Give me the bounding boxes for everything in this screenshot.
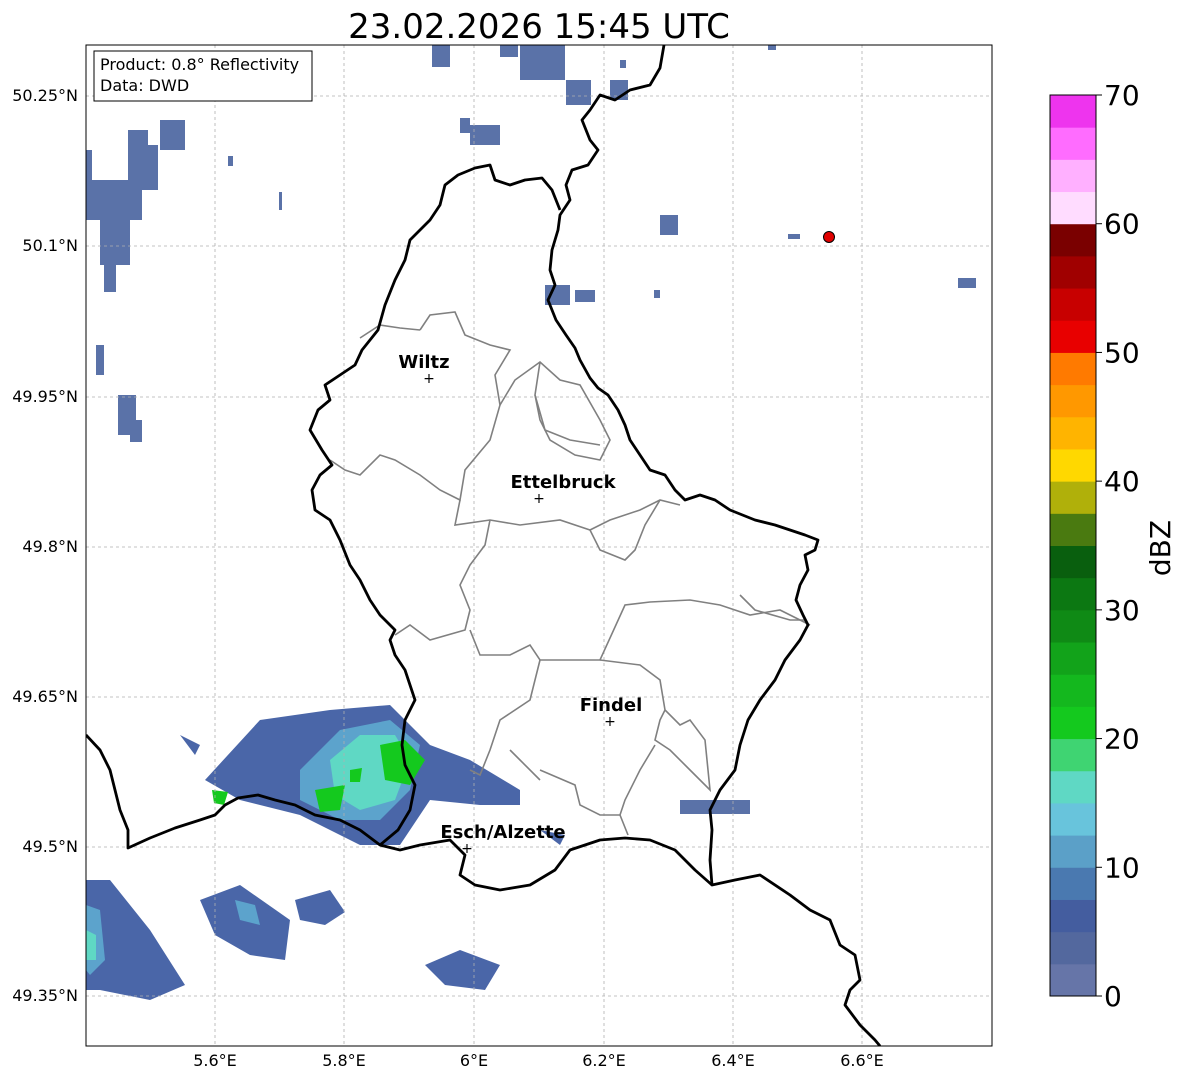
longitude-labels: 5.6°E 5.8°E 6°E 6.2°E 6.4°E 6.6°E: [193, 1051, 884, 1070]
colorbar-segment: [1050, 384, 1096, 418]
lon-label: 6°E: [460, 1051, 488, 1070]
colorbar-segment: [1050, 191, 1096, 225]
colorbar-segments: [1050, 95, 1096, 997]
info-box: Product: 0.8° Reflectivity Data: DWD: [93, 50, 313, 102]
city-marker: +: [461, 841, 473, 857]
lon-label: 5.6°E: [193, 1051, 237, 1070]
colorbar-segment: [1050, 95, 1096, 128]
city-label: Ettelbruck: [510, 472, 616, 493]
colorbar-tick-label: 10: [1104, 851, 1140, 884]
colorbar-segment: [1050, 835, 1096, 868]
city-marker: +: [423, 371, 435, 387]
colorbar-segment: [1050, 609, 1096, 643]
lat-label: 49.95°N: [12, 387, 78, 406]
colorbar-segment: [1050, 802, 1096, 836]
lon-label: 6.4°E: [711, 1051, 755, 1070]
colorbar-segment: [1050, 416, 1096, 450]
colorbar-segment: [1050, 545, 1096, 579]
colorbar-segment: [1050, 738, 1096, 772]
colorbar-segment: [1050, 448, 1096, 482]
colorbar-tick-label: 60: [1104, 208, 1140, 241]
colorbar-tick-label: 20: [1104, 723, 1140, 756]
colorbar-segment: [1050, 642, 1096, 675]
colorbar-segment: [1050, 288, 1096, 321]
colorbar-segment: [1050, 159, 1096, 193]
lat-label: 50.25°N: [12, 86, 78, 105]
colorbar-ticks: 0 10 20 30 40 50 60 70: [1096, 79, 1140, 1013]
colorbar-tick-label: 70: [1104, 79, 1140, 112]
lat-label: 50.1°N: [22, 236, 78, 255]
city-marker: +: [533, 491, 545, 507]
colorbar-segment: [1050, 352, 1096, 386]
colorbar-tick-label: 40: [1104, 465, 1140, 498]
colorbar-tick-label: 0: [1104, 980, 1122, 1013]
city-label: Wiltz: [398, 352, 449, 373]
colorbar-segment: [1050, 255, 1096, 289]
colorbar-segment: [1050, 513, 1096, 546]
lat-label: 49.5°N: [22, 837, 78, 856]
colorbar-segment: [1050, 577, 1096, 611]
colorbar-segment: [1050, 963, 1096, 997]
map-title: 23.02.2026 15:45 UTC: [348, 7, 730, 47]
colorbar-segment: [1050, 706, 1096, 740]
lat-label: 49.35°N: [12, 986, 78, 1005]
lat-label: 49.65°N: [12, 687, 78, 706]
lon-label: 6.6°E: [840, 1051, 884, 1070]
colorbar-label: dBZ: [1144, 520, 1177, 576]
lon-label: 5.8°E: [322, 1051, 366, 1070]
info-data-source: Data: DWD: [100, 76, 189, 95]
lat-label: 49.8°N: [22, 537, 78, 556]
info-product: Product: 0.8° Reflectivity: [100, 55, 299, 74]
colorbar-tick-label: 30: [1104, 594, 1140, 627]
lon-label: 6.2°E: [582, 1051, 626, 1070]
city-marker: +: [604, 714, 616, 730]
colorbar: 0 10 20 30 40 50 60 70 dBZ: [1049, 79, 1177, 1013]
colorbar-segment: [1050, 867, 1096, 900]
colorbar-segment: [1050, 223, 1096, 257]
colorbar-segment: [1050, 674, 1096, 707]
colorbar-tick-label: 50: [1104, 336, 1140, 369]
colorbar-segment: [1050, 481, 1096, 514]
colorbar-segment: [1050, 770, 1096, 804]
colorbar-segment: [1050, 931, 1096, 965]
radar-site-marker: [823, 231, 835, 243]
map-area: Wiltz + Ettelbruck + Findel + Esch/Alzet…: [85, 44, 993, 1047]
city-label: Findel: [580, 695, 643, 716]
latitude-labels: 50.25°N 50.1°N 49.95°N 49.8°N 49.65°N 49…: [12, 86, 78, 1005]
city-label: Esch/Alzette: [440, 822, 565, 843]
colorbar-segment: [1050, 320, 1096, 353]
colorbar-segment: [1050, 127, 1096, 160]
colorbar-segment: [1050, 899, 1096, 933]
